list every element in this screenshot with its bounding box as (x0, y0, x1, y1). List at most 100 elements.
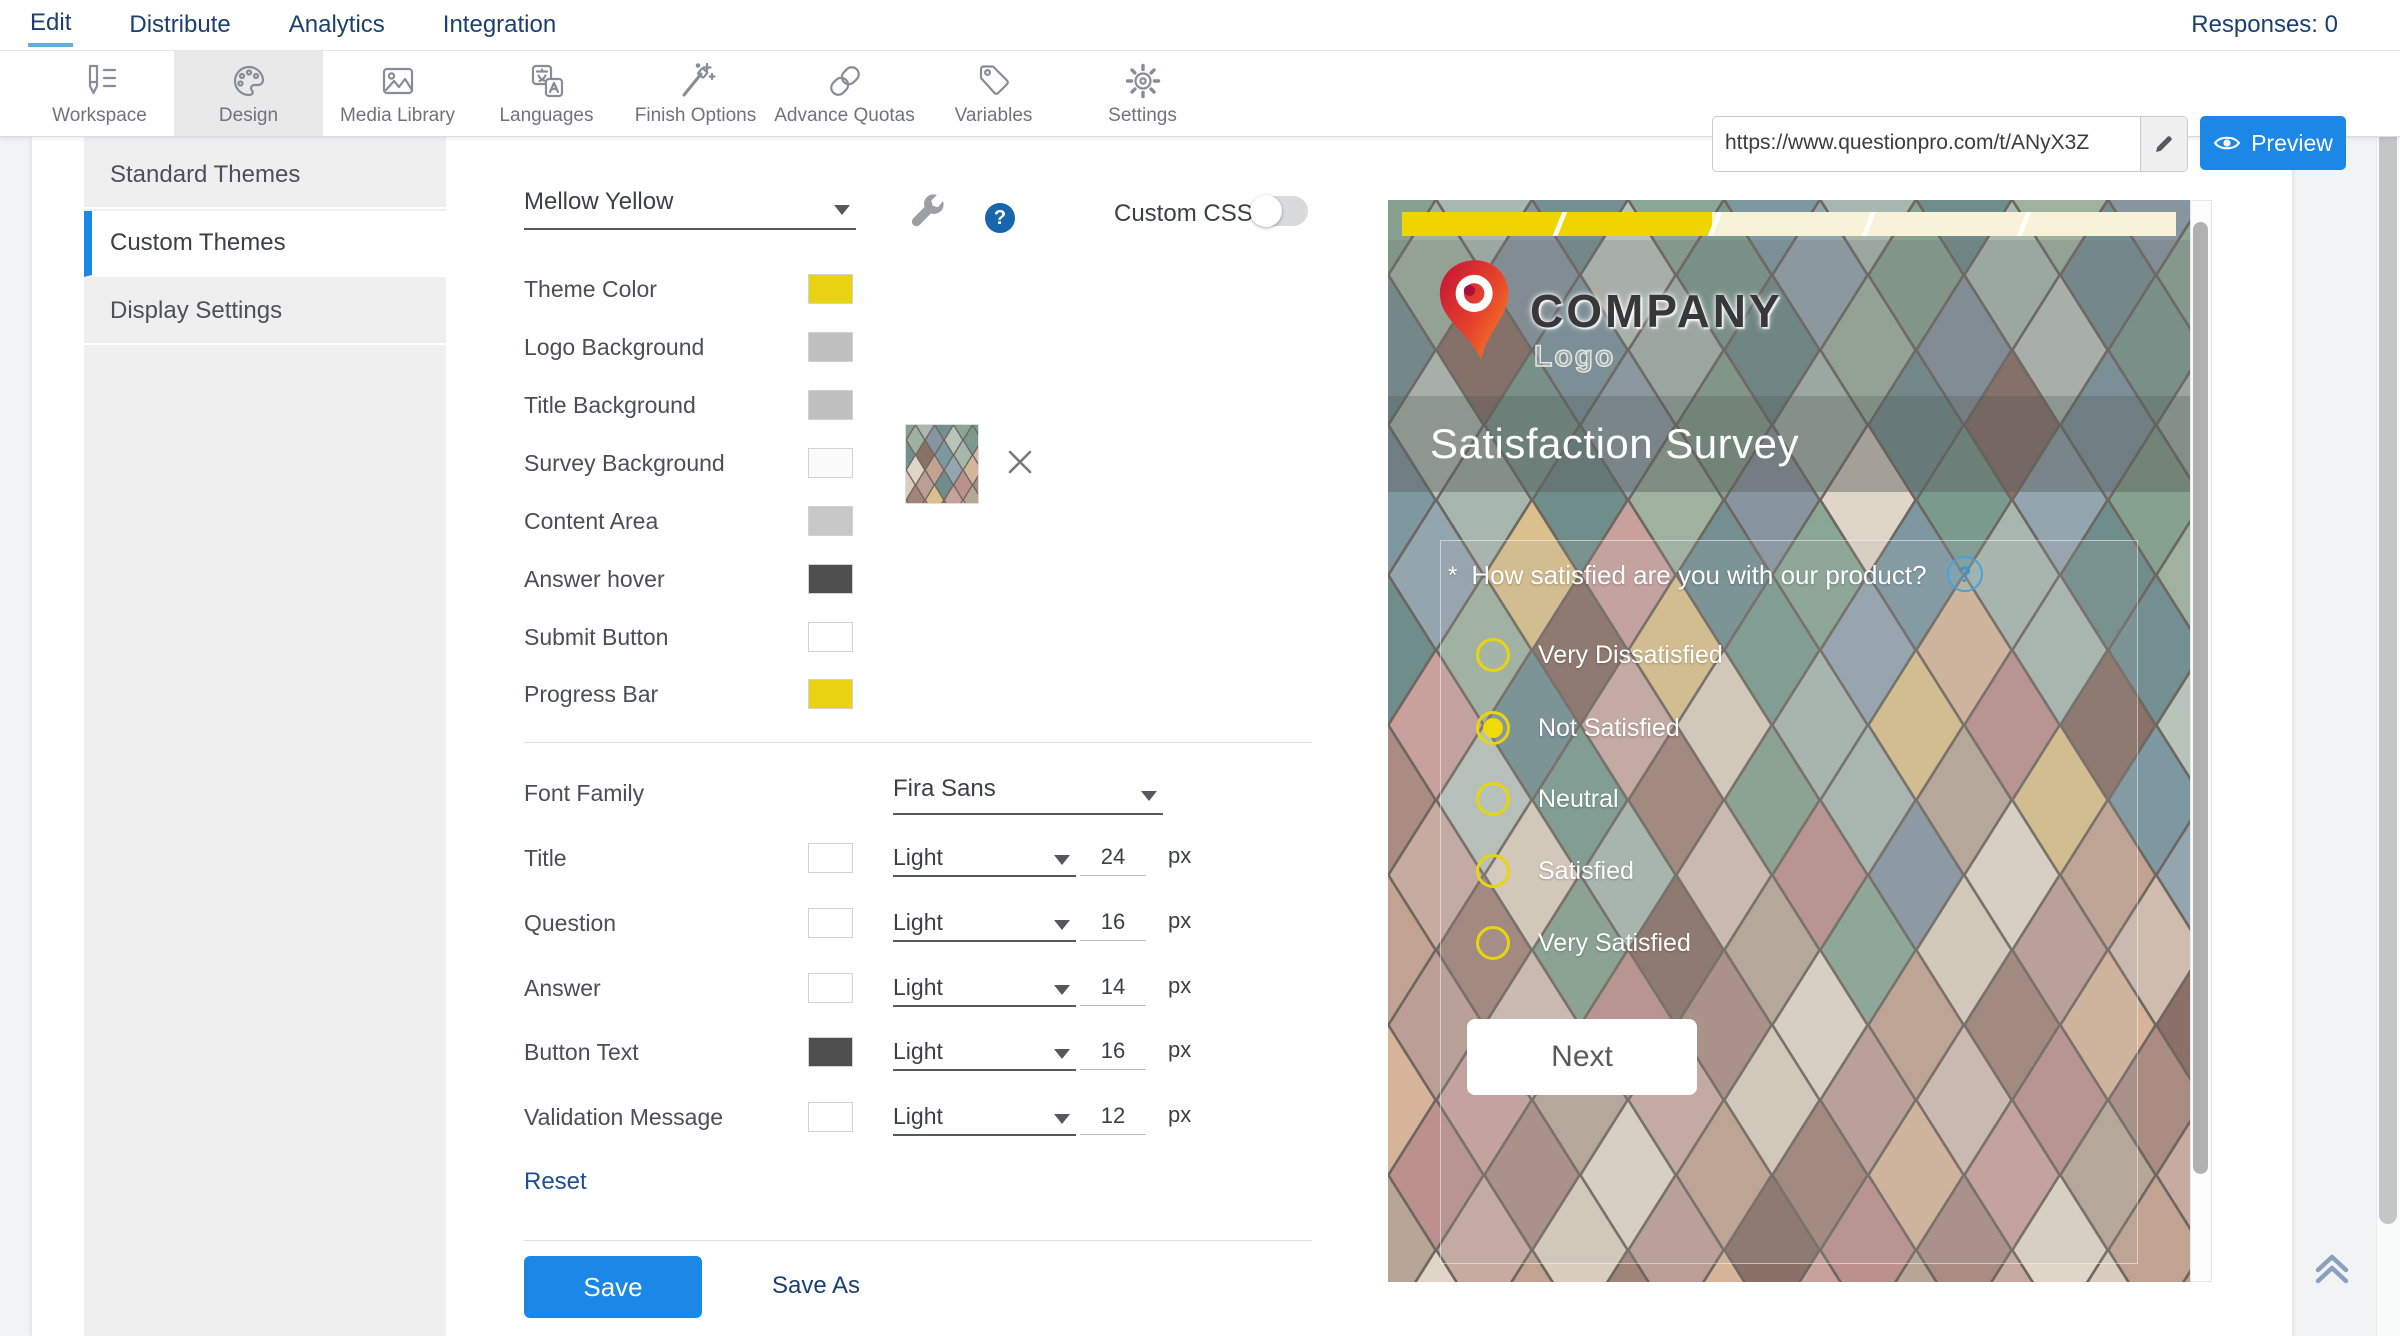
nav-tab-edit[interactable]: Edit (28, 3, 73, 47)
palette-icon (227, 59, 271, 103)
toolbar-tab-label: Languages (499, 105, 593, 127)
radio-icon[interactable] (1476, 782, 1510, 816)
page-scrollbar-thumb[interactable] (2379, 116, 2397, 1224)
toolbar-tab-design[interactable]: Design (174, 50, 323, 136)
company-logo-text: COMPANY (1530, 284, 1783, 338)
color-swatch[interactable] (808, 448, 853, 478)
color-row-label: Content Area (524, 506, 658, 536)
nav-tab-distribute[interactable]: Distribute (127, 5, 232, 45)
chevron-down-icon (1054, 1049, 1070, 1059)
toolbar-tab-media-library[interactable]: Media Library (323, 50, 472, 136)
responses-count[interactable]: Responses: 0 (2191, 11, 2338, 39)
font-weight-select[interactable]: Light (893, 971, 1076, 1007)
help-icon[interactable]: ? (985, 203, 1015, 233)
scroll-to-top-icon[interactable] (2308, 1244, 2356, 1292)
save-button[interactable]: Save (524, 1256, 702, 1318)
radio-icon[interactable] (1476, 711, 1510, 745)
toolbar-tab-variables[interactable]: Variables (919, 50, 1068, 136)
font-size-input[interactable]: 16 (1080, 1035, 1146, 1070)
tag-icon (972, 59, 1016, 103)
font-weight-select[interactable]: Light (893, 1035, 1076, 1071)
type-row-title: Title Light 24 px (524, 841, 1314, 877)
option-neutral[interactable]: Neutral (1476, 779, 1619, 819)
toolbar-tab-settings[interactable]: Settings (1068, 50, 1217, 136)
sidebar-item-custom-themes[interactable]: Custom Themes (84, 211, 446, 277)
font-weight-select[interactable]: Light (893, 1100, 1076, 1136)
chevron-down-icon (834, 205, 850, 215)
survey-background-thumbnail[interactable] (905, 424, 979, 504)
option-very-satisfied[interactable]: Very Satisfied (1476, 923, 1691, 963)
theme-select[interactable]: Mellow Yellow (524, 188, 856, 230)
font-color-swatch[interactable] (808, 973, 853, 1003)
survey-progress-bar (1402, 212, 2176, 236)
reset-link[interactable]: Reset (524, 1168, 587, 1196)
color-row-label: Logo Background (524, 332, 704, 362)
eye-icon (2213, 133, 2241, 153)
progress-separator (1860, 212, 1879, 236)
sidebar-item-display-settings[interactable]: Display Settings (84, 279, 446, 345)
radio-icon[interactable] (1476, 854, 1510, 888)
font-size-input[interactable]: 24 (1080, 841, 1146, 876)
color-swatch[interactable] (808, 332, 853, 362)
preview-scrollbar-thumb[interactable] (2193, 222, 2208, 1174)
color-row-label: Theme Color (524, 274, 657, 304)
color-swatch[interactable] (808, 564, 853, 594)
type-row-label: Validation Message (524, 1100, 723, 1134)
option-very-dissatisfied[interactable]: Very Dissatisfied (1476, 635, 1723, 675)
custom-css-toggle[interactable] (1250, 196, 1308, 226)
color-row-label: Progress Bar (524, 679, 658, 709)
option-not-satisfied[interactable]: Not Satisfied (1476, 708, 1680, 748)
survey-title-band: Satisfaction Survey (1388, 396, 2190, 492)
color-swatch[interactable] (808, 506, 853, 536)
toolbar: Workspace Design Media Library Languages… (0, 50, 2400, 137)
survey-url-text[interactable]: https://www.questionpro.com/t/ANyX3Z (1713, 117, 2140, 171)
font-family-select[interactable]: Fira Sans (893, 775, 1163, 815)
pencil-icon (2153, 133, 2175, 155)
font-color-swatch[interactable] (808, 1102, 853, 1132)
font-size-input[interactable]: 14 (1080, 971, 1146, 1006)
top-nav-items: Edit Distribute Analytics Integration (28, 0, 558, 50)
edit-url-button[interactable] (2140, 117, 2187, 171)
preview-button[interactable]: Preview (2200, 116, 2346, 170)
nav-tab-integration[interactable]: Integration (441, 5, 558, 45)
toolbar-tab-advance-quotas[interactable]: Advance Quotas (770, 50, 919, 136)
chevron-down-icon (1054, 985, 1070, 995)
type-row-question: Question Light 16 px (524, 906, 1314, 942)
wrench-icon[interactable] (905, 192, 951, 238)
font-weight-select[interactable]: Light (893, 906, 1076, 942)
color-swatch[interactable] (808, 274, 853, 304)
font-color-swatch[interactable] (808, 908, 853, 938)
chevron-down-icon (1054, 1114, 1070, 1124)
radio-icon[interactable] (1476, 638, 1510, 672)
font-size-input[interactable]: 16 (1080, 906, 1146, 941)
toolbar-tab-languages[interactable]: Languages (472, 50, 621, 136)
font-weight-select[interactable]: Light (893, 841, 1076, 877)
font-color-swatch[interactable] (808, 1037, 853, 1067)
divider (524, 1240, 1312, 1241)
color-row-label: Answer hover (524, 564, 665, 594)
toolbar-tab-workspace[interactable]: Workspace (25, 50, 174, 136)
type-row-label: Button Text (524, 1035, 639, 1069)
option-satisfied[interactable]: Satisfied (1476, 851, 1634, 891)
radio-icon[interactable] (1476, 926, 1510, 960)
color-swatch[interactable] (808, 679, 853, 709)
remove-background-icon[interactable] (1006, 448, 1034, 476)
font-color-swatch[interactable] (808, 843, 853, 873)
font-size-input[interactable]: 12 (1080, 1100, 1146, 1135)
toolbar-tab-finish-options[interactable]: Finish Options (621, 50, 770, 136)
next-button[interactable]: Next (1467, 1019, 1697, 1095)
sidebar-item-standard-themes[interactable]: Standard Themes (84, 143, 446, 209)
preview-button-label: Preview (2251, 130, 2333, 157)
save-as-link[interactable]: Save As (772, 1272, 860, 1300)
chain-links-icon (823, 59, 867, 103)
color-swatch[interactable] (808, 622, 853, 652)
top-nav: Edit Distribute Analytics Integration Re… (0, 0, 2400, 51)
sidebar-item-label: Standard Themes (110, 161, 300, 189)
option-label: Not Satisfied (1538, 714, 1680, 743)
color-swatch[interactable] (808, 390, 853, 420)
nav-tab-analytics[interactable]: Analytics (287, 5, 387, 45)
px-unit: px (1168, 973, 1191, 999)
question-help-icon[interactable]: ? (1947, 556, 1983, 592)
divider (524, 742, 1312, 743)
toolbar-tab-label: Design (219, 105, 278, 127)
